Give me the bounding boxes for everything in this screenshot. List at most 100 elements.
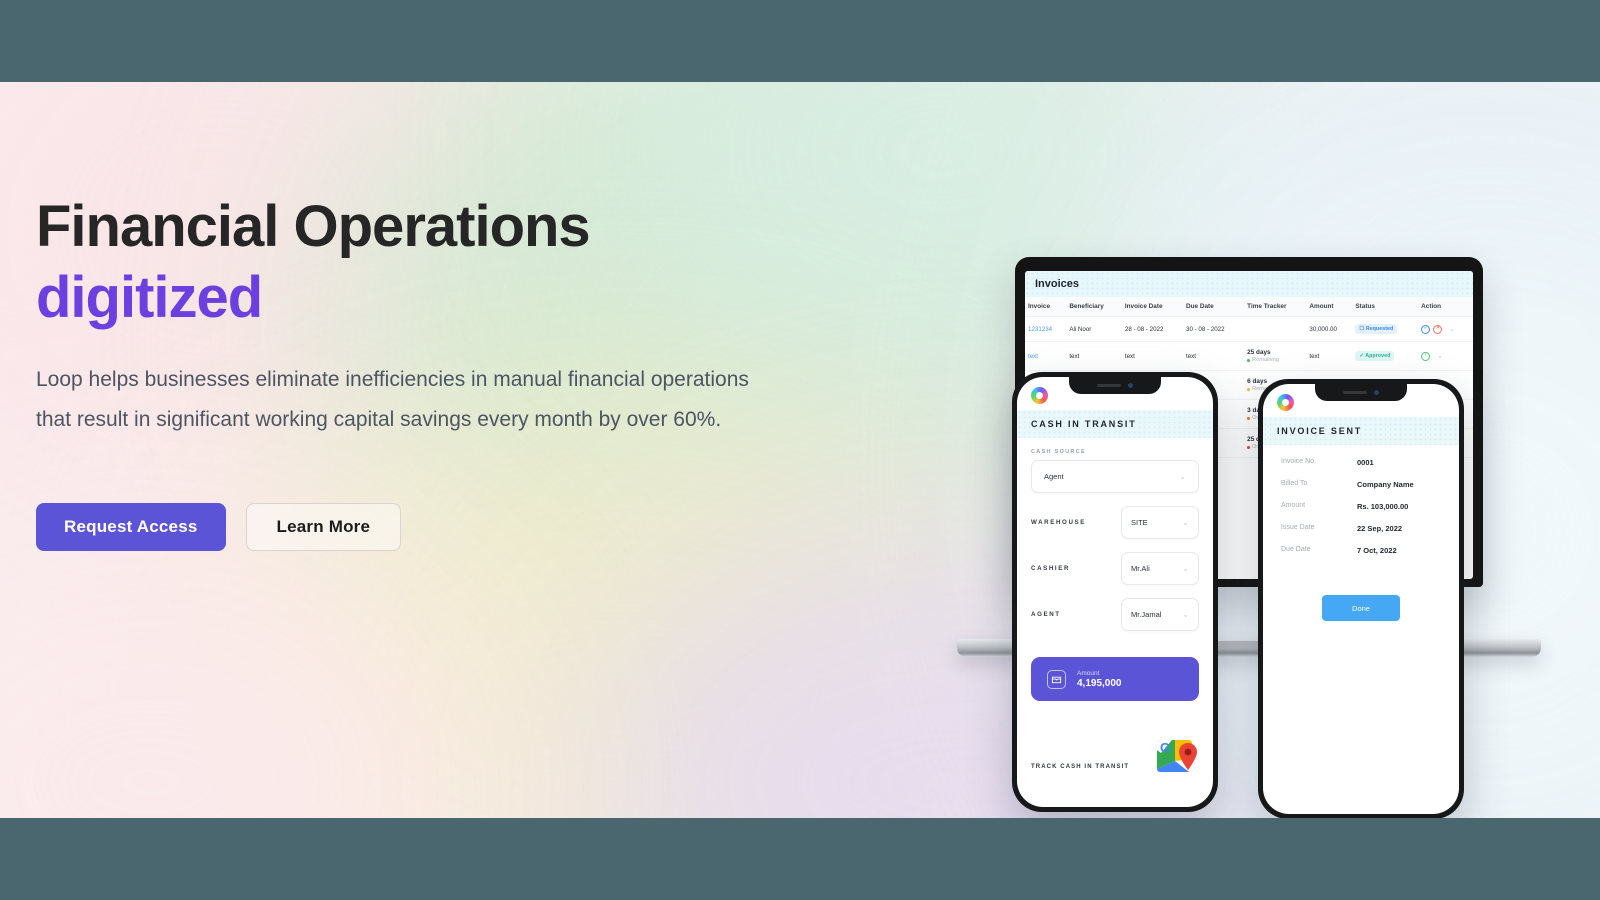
bottom-chrome-bar [0, 818, 1600, 900]
learn-more-button[interactable]: Learn More [245, 503, 402, 552]
phone-mockup-invoice-sent: INVOICE SENT Invoice No. 0001 Billed To Com… [1258, 379, 1464, 818]
column-header: Invoice Date [1121, 297, 1184, 317]
wallet-icon [1047, 669, 1066, 689]
phone-mockup-cash-in-transit: CASH IN TRANSIT CASH SOURCE Agent ⌄ WARE… [1012, 372, 1218, 812]
hero-subcopy: Loop helps businesses eliminate ineffici… [36, 367, 749, 432]
field-label: WAREHOUSE [1031, 519, 1086, 526]
detail-value: 0001 [1357, 458, 1374, 467]
cell-amount: 30,000.00 [1306, 316, 1353, 342]
chevron-down-icon: ⌄ [1182, 518, 1189, 527]
invoice-details-list: Invoice No. 0001 Billed To Company Name Amou… [1263, 445, 1459, 555]
detail-value: Rs. 103,000.00 [1357, 502, 1409, 511]
speaker-icon [1097, 384, 1121, 387]
form-field-row: CASHIER Mr.Ali ⌄ [1017, 539, 1213, 585]
cell-invoice-id[interactable]: 1231234 [1025, 316, 1067, 342]
phone-notch [1069, 377, 1161, 394]
field-label: CASHIER [1031, 565, 1071, 572]
chevron-down-icon: ⌄ [1449, 326, 1456, 334]
detail-label: Billed To [1281, 480, 1308, 487]
track-row[interactable]: TRACK CASH IN TRANSIT G [1017, 701, 1213, 775]
invoice-sent-title: INVOICE SENT [1263, 417, 1459, 445]
track-cash-in-transit-label: TRACK CASH IN TRANSIT [1031, 764, 1130, 770]
page-root: Financial Operations digitized Loop help… [0, 0, 1600, 900]
cash-in-transit-fields: WAREHOUSE SITE ⌄ CASHIER Mr.Ali ⌄ AGENT Mr.Jama… [1017, 493, 1213, 631]
google-maps-icon[interactable]: G [1155, 739, 1199, 775]
invoices-table-header-row: Invoice Beneficiary Invoice Date Due Date Ti… [1025, 297, 1473, 317]
invoice-detail-row: Invoice No. 0001 [1263, 445, 1459, 467]
chevron-down-icon: ⌄ [1179, 472, 1186, 481]
info-icon: ! [1421, 351, 1431, 361]
chevron-down-icon: ⌄ [1182, 610, 1189, 619]
phone-left-screen: CASH IN TRANSIT CASH SOURCE Agent ⌄ WARE… [1017, 377, 1213, 807]
cell-amount: text [1306, 341, 1353, 371]
amount-card[interactable]: Amount 4,195,000 [1031, 657, 1199, 701]
done-button[interactable]: Done [1322, 595, 1400, 621]
invoice-detail-row: Amount Rs. 103,000.00 [1263, 489, 1459, 511]
field-value: Mr.Jamal [1131, 610, 1162, 619]
cta-row: Request Access Learn More [36, 503, 816, 552]
cell-invoice-date: 28 - 08 - 2022 [1121, 316, 1184, 342]
form-field-row: WAREHOUSE SITE ⌄ [1017, 493, 1213, 539]
invoices-app-title: Invoices [1025, 271, 1473, 297]
invoice-detail-row: Billed To Company Name [1263, 467, 1459, 489]
field-label: AGENT [1031, 611, 1061, 618]
column-header: Due Date [1183, 297, 1245, 317]
approve-icon: ✓ [1421, 324, 1431, 334]
column-header: Invoice [1025, 297, 1067, 317]
field-value: SITE [1131, 518, 1148, 527]
detail-label: Issue Date [1281, 524, 1315, 531]
headline-line-2-accent: digitized [36, 264, 263, 330]
status-badge: ☐ Requested [1355, 324, 1398, 334]
cash-source-label: CASH SOURCE [1031, 449, 1086, 455]
hero-copy: Financial Operations digitized Loop help… [36, 192, 816, 552]
cell-invoice-date: text [1121, 341, 1184, 371]
amount-label: Amount [1077, 669, 1100, 677]
hero-section: Financial Operations digitized Loop help… [0, 82, 1600, 818]
column-header: Time Tracker [1244, 297, 1307, 317]
chevron-down-icon: ⌄ [1437, 353, 1444, 361]
cell-due-date: text [1183, 341, 1245, 371]
request-access-button[interactable]: Request Access [36, 503, 226, 552]
status-badge: ✓ Approved [1355, 351, 1395, 361]
invoice-detail-row: Due Date 7 Oct, 2022 [1263, 533, 1459, 555]
invoice-detail-row: Issue Date 22 Sep, 2022 [1263, 511, 1459, 533]
chevron-down-icon: ⌄ [1182, 564, 1189, 573]
camera-icon [1128, 383, 1133, 388]
cell-status: ☐ Requested [1352, 316, 1419, 342]
detail-value: 22 Sep, 2022 [1357, 524, 1403, 533]
cell-action[interactable]: ! ⌄ [1418, 341, 1473, 371]
detail-label: Invoice No. [1281, 458, 1317, 465]
detail-value: Company Name [1357, 480, 1414, 489]
cash-in-transit-title: CASH IN TRANSIT [1017, 410, 1213, 438]
camera-icon [1374, 390, 1379, 395]
cell-time-tracker [1244, 316, 1307, 342]
top-chrome-bar [0, 0, 1600, 82]
speaker-icon [1343, 391, 1367, 394]
page-title: Financial Operations digitized [36, 192, 816, 334]
detail-label: Due Date [1281, 546, 1311, 553]
field-select[interactable]: SITE ⌄ [1121, 506, 1199, 539]
cell-invoice-id[interactable]: text [1025, 341, 1067, 371]
cash-source-select[interactable]: Agent ⌄ [1031, 460, 1199, 493]
column-header: Status [1352, 297, 1419, 317]
column-header: Action [1418, 297, 1473, 317]
phone-notch [1315, 384, 1407, 401]
field-select[interactable]: Mr.Ali ⌄ [1121, 552, 1199, 585]
detail-label: Amount [1281, 502, 1306, 509]
phone-right-screen: INVOICE SENT Invoice No. 0001 Billed To Com… [1263, 384, 1459, 814]
loop-logo-icon [1277, 394, 1294, 411]
field-select[interactable]: Mr.Jamal ⌄ [1121, 598, 1199, 631]
field-value: Mr.Ali [1131, 564, 1150, 573]
reject-icon: ✕ [1433, 324, 1443, 334]
detail-value: 7 Oct, 2022 [1357, 546, 1397, 555]
svg-text:G: G [1160, 740, 1170, 755]
cell-due-date: 30 - 08 - 2022 [1183, 316, 1245, 342]
cell-status: ✓ Approved [1352, 341, 1419, 371]
device-mockup-cluster: Invoices Invoice Beneficiary Invoice Date D… [950, 177, 1550, 818]
table-row[interactable]: text text text text 25 days Remaining text ✓ Ap… [1025, 341, 1473, 371]
table-row[interactable]: 1231234 Ali Noor 28 - 08 - 2022 30 - 08 - 2… [1025, 316, 1473, 342]
amount-value: 4,195,000 [1077, 677, 1122, 689]
headline-line-1: Financial Operations [36, 194, 591, 259]
cell-beneficiary: Ali Noor [1066, 316, 1122, 342]
cell-action[interactable]: ✓ ✕ ⌄ [1418, 316, 1473, 342]
